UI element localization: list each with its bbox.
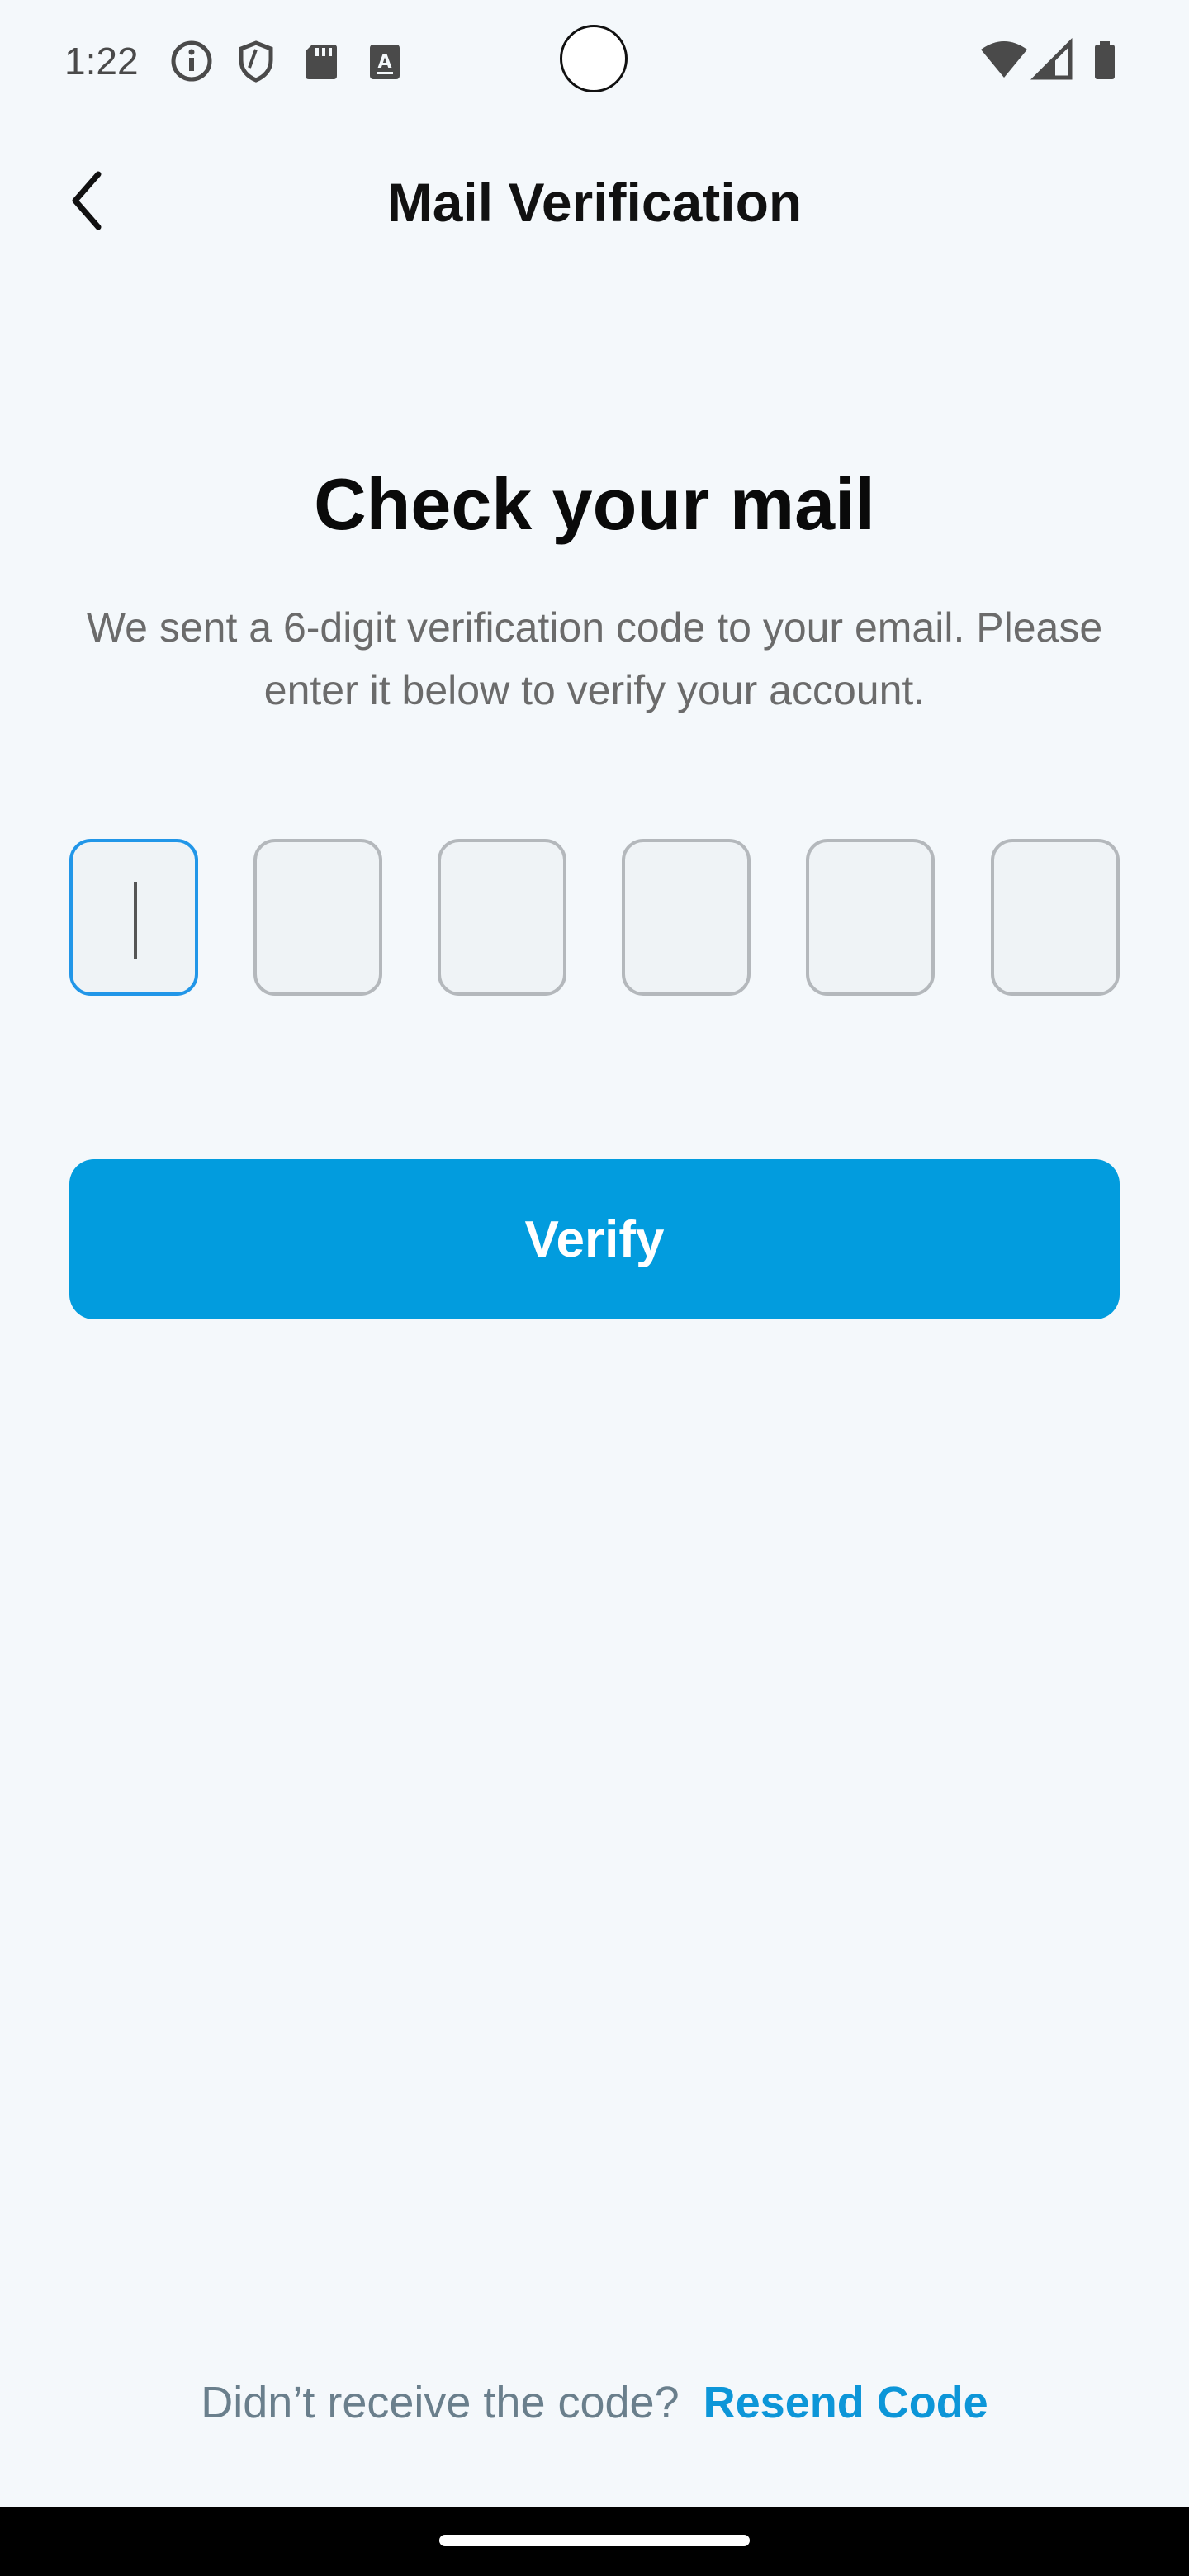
signal-icon bbox=[1030, 37, 1077, 84]
shield-icon bbox=[233, 38, 279, 84]
heading: Check your mail bbox=[314, 463, 875, 545]
battery-icon bbox=[1082, 38, 1128, 84]
otp-digit-4[interactable] bbox=[622, 839, 751, 996]
instruction-text: We sent a 6-digit verification code to y… bbox=[86, 604, 1103, 713]
otp-digit-2[interactable] bbox=[253, 839, 382, 996]
home-indicator[interactable] bbox=[439, 2535, 750, 2546]
otp-digit-5[interactable] bbox=[806, 839, 935, 996]
status-bar: 1:22 A bbox=[0, 0, 1189, 124]
wifi-icon bbox=[979, 38, 1029, 84]
system-nav-bar bbox=[0, 2507, 1189, 2576]
keyboard-a-icon: A bbox=[362, 38, 408, 84]
resend-row: Didn’t receive the code? Resend Code bbox=[0, 2370, 1189, 2436]
page-title: Mail Verification bbox=[386, 172, 803, 233]
svg-text:A: A bbox=[377, 52, 391, 73]
otp-digit-1[interactable] bbox=[69, 839, 198, 996]
resend-prompt: Didn’t receive the code? bbox=[201, 2378, 680, 2427]
app-header: Mail Verification bbox=[0, 157, 1189, 248]
sd-card-icon bbox=[297, 38, 343, 84]
verify-button[interactable]: Verify bbox=[69, 1159, 1120, 1319]
text-cursor bbox=[134, 882, 137, 959]
otp-digit-3[interactable] bbox=[438, 839, 566, 996]
info-icon bbox=[168, 38, 215, 84]
status-time: 1:22 bbox=[64, 40, 139, 83]
otp-digit-6[interactable] bbox=[991, 839, 1120, 996]
resend-code-link[interactable]: Resend Code bbox=[703, 2378, 988, 2427]
front-camera bbox=[560, 25, 628, 92]
otp-input-group bbox=[69, 839, 1120, 996]
